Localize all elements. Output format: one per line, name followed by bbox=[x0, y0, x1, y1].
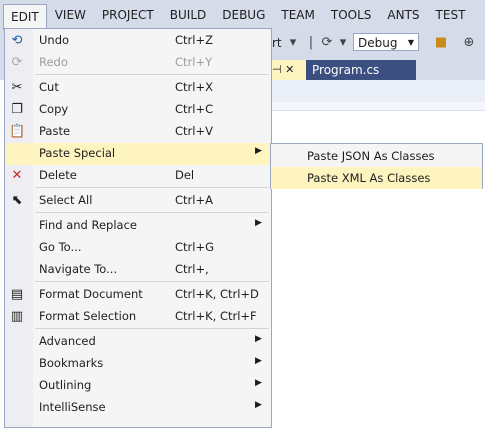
submenu-arrow-icon: ▶ bbox=[255, 334, 262, 344]
menu-test[interactable]: TEST bbox=[428, 2, 474, 28]
menu-separator bbox=[35, 212, 269, 213]
menu-item-find-and-replace[interactable]: Find and Replace ▶ bbox=[5, 215, 271, 237]
dropdown-arrow-icon[interactable]: ▾ bbox=[334, 34, 352, 52]
menu-item-label: Format Selection bbox=[39, 309, 137, 323]
menu-item-shortcut: Ctrl+K, Ctrl+D bbox=[175, 287, 259, 301]
menu-item-label: Go To... bbox=[39, 240, 82, 254]
menu-item-label: Format Document bbox=[39, 287, 143, 301]
menu-tools[interactable]: TOOLS bbox=[323, 2, 380, 28]
menu-team[interactable]: TEAM bbox=[273, 2, 322, 28]
menu-item-label: Bookmarks bbox=[39, 356, 104, 370]
menu-item-delete[interactable]: ✕ Delete Del bbox=[5, 165, 271, 187]
menu-item-label: IntelliSense bbox=[39, 400, 106, 414]
menu-item-paste[interactable]: 📋 Paste Ctrl+V bbox=[5, 121, 271, 143]
menu-project[interactable]: PROJECT bbox=[94, 2, 162, 28]
menu-item-select-all[interactable]: ⬉ Select All Ctrl+A bbox=[5, 190, 271, 212]
menu-bar: EDIT VIEW PROJECT BUILD DEBUG TEAM TOOLS… bbox=[0, 0, 485, 31]
submenu-arrow-icon: ▶ bbox=[255, 356, 262, 366]
menu-item-bookmarks[interactable]: Bookmarks ▶ bbox=[5, 353, 271, 375]
menu-item-label: Redo bbox=[39, 55, 68, 69]
submenu-item-paste-json-as-classes[interactable]: Paste JSON As Classes bbox=[271, 145, 482, 167]
submenu-arrow-icon: ▶ bbox=[255, 400, 262, 410]
menu-separator bbox=[35, 281, 269, 282]
menu-item-navigate-to[interactable]: Navigate To... Ctrl+, bbox=[5, 259, 271, 281]
menu-item-format-selection[interactable]: ▥ Format Selection Ctrl+K, Ctrl+F bbox=[5, 306, 271, 328]
menu-item-label: Outlining bbox=[39, 378, 92, 392]
editor-area bbox=[270, 102, 485, 111]
menu-item-copy[interactable]: ❐ Copy Ctrl+C bbox=[5, 99, 271, 121]
copy-icon: ❐ bbox=[11, 102, 23, 117]
menu-item-shortcut: Del bbox=[175, 168, 195, 182]
menu-separator bbox=[35, 328, 269, 329]
cut-icon: ✂ bbox=[11, 80, 23, 95]
tab-previous[interactable]: ⊣ ✕ bbox=[272, 60, 306, 80]
submenu-arrow-icon: ▶ bbox=[255, 218, 262, 228]
menu-item-label: Delete bbox=[39, 168, 77, 182]
menu-view[interactable]: VIEW bbox=[47, 2, 94, 28]
submenu-arrow-icon: ▶ bbox=[255, 146, 262, 156]
menu-item-undo[interactable]: ⟲ Undo Ctrl+Z bbox=[5, 30, 271, 52]
menu-item-go-to[interactable]: Go To... Ctrl+G bbox=[5, 237, 271, 259]
select-all-icon: ⬉ bbox=[11, 193, 23, 208]
menu-separator bbox=[35, 74, 269, 75]
toolbar-start-label[interactable]: rt bbox=[272, 36, 282, 50]
tab-program-cs[interactable]: Program.cs bbox=[306, 60, 416, 80]
menu-edit[interactable]: EDIT bbox=[3, 3, 47, 31]
dropdown-arrow-icon[interactable]: ▾ bbox=[284, 34, 302, 52]
edit-menu: ⟲ Undo Ctrl+Z ⟳ Redo Ctrl+Y ✂ Cut Ctrl+X ❐ Copy Ctr… bbox=[4, 28, 272, 428]
submenu-item-label: Paste JSON As Classes bbox=[307, 149, 435, 163]
menu-item-shortcut: Ctrl+Z bbox=[175, 33, 213, 47]
solution-explorer-icon[interactable]: ■ bbox=[432, 34, 450, 52]
menu-item-label: Cut bbox=[39, 80, 59, 94]
menu-item-shortcut: Ctrl+C bbox=[175, 102, 214, 116]
tab-pin-close-icon[interactable]: ⊣ ✕ bbox=[272, 63, 294, 76]
menu-ants[interactable]: ANTS bbox=[379, 2, 427, 28]
paste-special-submenu: Paste JSON As Classes Paste XML As Classe… bbox=[270, 143, 483, 189]
menu-debug[interactable]: DEBUG bbox=[214, 2, 273, 28]
submenu-item-paste-xml-as-classes[interactable]: Paste XML As Classes bbox=[271, 167, 482, 189]
menu-item-format-document[interactable]: ▤ Format Document Ctrl+K, Ctrl+D bbox=[5, 284, 271, 306]
redo-icon: ⟳ bbox=[11, 55, 23, 70]
menu-item-label: Find and Replace bbox=[39, 218, 137, 232]
menu-item-shortcut: Ctrl+A bbox=[175, 193, 213, 207]
menu-item-outlining[interactable]: Outlining ▶ bbox=[5, 375, 271, 397]
menu-item-shortcut: Ctrl+V bbox=[175, 124, 213, 138]
find-icon[interactable]: ⊕ bbox=[460, 34, 478, 52]
chevron-down-icon: ▼ bbox=[407, 38, 414, 47]
menu-item-label: Paste bbox=[39, 124, 71, 138]
menu-build[interactable]: BUILD bbox=[162, 2, 214, 28]
menu-item-label: Select All bbox=[39, 193, 93, 207]
menu-separator bbox=[35, 187, 269, 188]
menu-item-cut[interactable]: ✂ Cut Ctrl+X bbox=[5, 77, 271, 99]
configuration-select[interactable]: Debug ▼ bbox=[353, 33, 419, 51]
menu-item-advanced[interactable]: Advanced ▶ bbox=[5, 331, 271, 353]
format-selection-icon: ▥ bbox=[10, 309, 24, 324]
submenu-arrow-icon: ▶ bbox=[255, 378, 262, 388]
menu-item-shortcut: Ctrl+, bbox=[175, 262, 209, 276]
paste-icon: 📋 bbox=[9, 124, 26, 139]
menu-item-shortcut: Ctrl+G bbox=[175, 240, 215, 254]
format-document-icon: ▤ bbox=[10, 287, 24, 302]
delete-icon: ✕ bbox=[11, 168, 23, 183]
menu-item-label: Undo bbox=[39, 33, 70, 47]
configuration-value: Debug bbox=[358, 36, 398, 50]
menu-item-shortcut: Ctrl+X bbox=[175, 80, 213, 94]
menu-item-shortcut: Ctrl+K, Ctrl+F bbox=[175, 309, 257, 323]
submenu-item-label: Paste XML As Classes bbox=[307, 171, 431, 185]
menu-item-label: Copy bbox=[39, 102, 69, 116]
menu-item-label: Paste Special bbox=[39, 146, 116, 160]
menu-item-label: Navigate To... bbox=[39, 262, 118, 276]
editor-navigation-bar bbox=[270, 80, 485, 103]
menu-item-redo[interactable]: ⟳ Redo Ctrl+Y bbox=[5, 52, 271, 74]
menu-item-paste-special[interactable]: Paste Special ▶ bbox=[5, 143, 271, 165]
menu-item-shortcut: Ctrl+Y bbox=[175, 55, 213, 69]
menu-item-label: Advanced bbox=[39, 334, 96, 348]
undo-icon: ⟲ bbox=[11, 33, 23, 48]
